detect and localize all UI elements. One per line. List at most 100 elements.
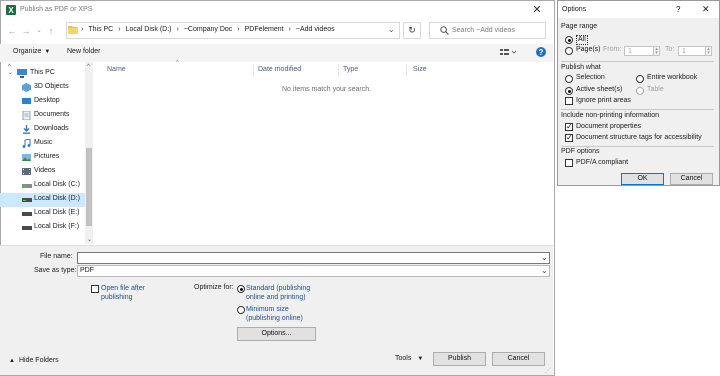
options-ok-button[interactable]: OK	[621, 173, 664, 185]
nav-item-local-disk-e[interactable]: Local Disk (E:)	[0, 207, 84, 220]
computer-icon	[17, 69, 27, 78]
help-icon[interactable]: ?	[676, 5, 680, 14]
documents-icon	[22, 111, 32, 120]
back-button[interactable]: ←	[6, 24, 18, 38]
breadcrumb-company-doc[interactable]: ~Company Doc	[184, 26, 232, 33]
refresh-button[interactable]: ↻	[403, 22, 421, 39]
options-button[interactable]: Options...	[237, 327, 316, 341]
page-range-all-label[interactable]: All	[576, 35, 588, 45]
column-date-modified[interactable]: Date modified	[258, 66, 301, 73]
address-dropdown-button[interactable]: ⌄	[388, 25, 395, 34]
caret-down-icon: ▼	[44, 48, 51, 55]
help-icon: ?	[536, 47, 546, 57]
column-type[interactable]: Type	[343, 66, 358, 73]
optimize-minimum-label[interactable]: Minimum size (publishing online)	[246, 305, 316, 323]
structure-tags-label[interactable]: Document structure tags for accessibilit…	[576, 134, 702, 141]
scroll-down-icon[interactable]: ⌄	[87, 236, 92, 243]
nav-item-label: Local Disk (E:)	[34, 209, 80, 216]
excel-app-icon: X	[6, 5, 16, 15]
publish-button[interactable]: Publish	[433, 352, 486, 366]
options-close-button[interactable]: ✕	[702, 4, 710, 15]
chevron-down-icon[interactable]: ⌄	[541, 253, 548, 262]
folder-icon	[68, 25, 78, 34]
publish-active-sheets-radio[interactable]	[565, 87, 573, 95]
publish-entire-workbook-radio[interactable]	[636, 75, 644, 83]
cube-icon	[22, 83, 32, 92]
help-button[interactable]: ?	[536, 47, 546, 57]
file-name-input[interactable]	[77, 252, 550, 264]
resize-grip-icon[interactable]: ⋰	[545, 367, 551, 374]
svg-text:X: X	[8, 6, 14, 15]
nav-item-desktop[interactable]: Desktop	[0, 95, 84, 108]
nav-item-this-pc[interactable]: ⌄ This PC	[1, 67, 85, 80]
up-button[interactable]: ↑	[45, 24, 57, 38]
organize-menu[interactable]: Organize ▼	[13, 48, 50, 55]
nav-item-label: Pictures	[34, 153, 60, 160]
breadcrumb-this-pc[interactable]: This PC	[88, 26, 113, 33]
nav-item-local-disk-d[interactable]: Local Disk (D:)	[0, 193, 84, 206]
optimize-standard-label[interactable]: Standard (publishing online and printing…	[246, 284, 316, 302]
publish-entire-workbook-label[interactable]: Entire workbook	[647, 74, 697, 81]
close-button[interactable]: ✕	[526, 3, 548, 17]
page-range-pages-label[interactable]: Page(s)	[576, 46, 601, 53]
to-spinner[interactable]: ▴ ▾	[705, 46, 712, 56]
divider	[561, 61, 714, 62]
hide-folders-label: Hide Folders	[18, 357, 59, 364]
search-icon	[440, 26, 449, 35]
nav-item-music[interactable]: Music	[0, 137, 84, 150]
nav-item-downloads[interactable]: Downloads	[0, 123, 84, 136]
new-folder-button[interactable]: New folder	[67, 48, 100, 55]
column-divider[interactable]	[338, 64, 339, 76]
breadcrumb-pdfelement[interactable]: PDFelement	[245, 26, 284, 33]
breadcrumb-add-videos[interactable]: ~Add videos	[296, 26, 335, 33]
empty-folder-message: No items match your search.	[282, 86, 372, 93]
column-divider[interactable]	[253, 64, 254, 76]
nav-item-documents[interactable]: Documents	[0, 109, 84, 122]
file-name-label: File name:	[40, 253, 73, 260]
page-range-pages-radio[interactable]	[565, 47, 573, 55]
nav-item-videos[interactable]: Videos	[0, 165, 84, 178]
optimize-minimum-radio[interactable]	[237, 306, 245, 314]
nav-scrollbar-thumb[interactable]	[86, 148, 92, 226]
ignore-print-areas-checkbox[interactable]	[565, 97, 573, 105]
scroll-up-icon[interactable]: ^	[87, 64, 90, 70]
save-as-type-select[interactable]	[77, 265, 550, 277]
optimize-standard-radio[interactable]	[237, 285, 245, 293]
from-spinner[interactable]: ▴ ▾	[653, 46, 660, 56]
open-after-label[interactable]: Open file after publishing	[101, 284, 173, 302]
forward-button[interactable]: →	[20, 24, 32, 38]
pdfa-compliant-checkbox[interactable]	[565, 159, 573, 167]
open-after-checkbox[interactable]	[91, 285, 99, 293]
view-options-button[interactable]	[499, 47, 517, 58]
optimize-for-label: Optimize for:	[194, 284, 234, 291]
options-cancel-button[interactable]: Cancel	[670, 173, 713, 185]
arrow-right-icon: →	[21, 26, 31, 36]
publish-selection-radio[interactable]	[565, 75, 573, 83]
pdfa-compliant-label[interactable]: PDF/A compliant	[576, 159, 628, 166]
document-properties-checkbox[interactable]	[565, 122, 573, 131]
breadcrumb-separator: ›	[288, 26, 291, 33]
nav-item-local-disk-f[interactable]: Local Disk (F:)	[0, 221, 84, 234]
recent-locations-button[interactable]: ⌄	[33, 24, 45, 38]
nav-item-label: Downloads	[34, 125, 69, 132]
nav-item-pictures[interactable]: Pictures	[0, 151, 84, 164]
search-input[interactable]: Search ~Add videos	[452, 27, 515, 34]
nav-item-3d-objects[interactable]: 3D Objects	[0, 81, 84, 94]
hide-folders-toggle[interactable]: ▲ Hide Folders	[9, 357, 59, 364]
publish-selection-label[interactable]: Selection	[576, 74, 605, 81]
breadcrumb-local-disk-d[interactable]: Local Disk (D:)	[126, 26, 172, 33]
nav-item-local-disk-c[interactable]: Local Disk (C:)	[0, 179, 84, 192]
document-properties-label[interactable]: Document properties	[576, 123, 641, 130]
chevron-down-icon: ⌄	[388, 25, 395, 34]
arrow-left-icon: ←	[7, 26, 17, 36]
publish-active-sheets-label[interactable]: Active sheet(s)	[576, 86, 622, 93]
ignore-print-areas-label[interactable]: Ignore print areas	[576, 97, 631, 104]
column-name[interactable]: Name	[107, 66, 126, 73]
column-divider[interactable]	[406, 64, 407, 76]
tools-menu[interactable]: Tools ▼	[395, 355, 423, 362]
page-range-all-radio[interactable]	[565, 36, 573, 44]
cancel-button[interactable]: Cancel	[492, 352, 545, 366]
column-size[interactable]: Size	[413, 66, 427, 73]
structure-tags-checkbox[interactable]	[565, 133, 573, 142]
chevron-down-icon: ⌄	[541, 266, 548, 275]
